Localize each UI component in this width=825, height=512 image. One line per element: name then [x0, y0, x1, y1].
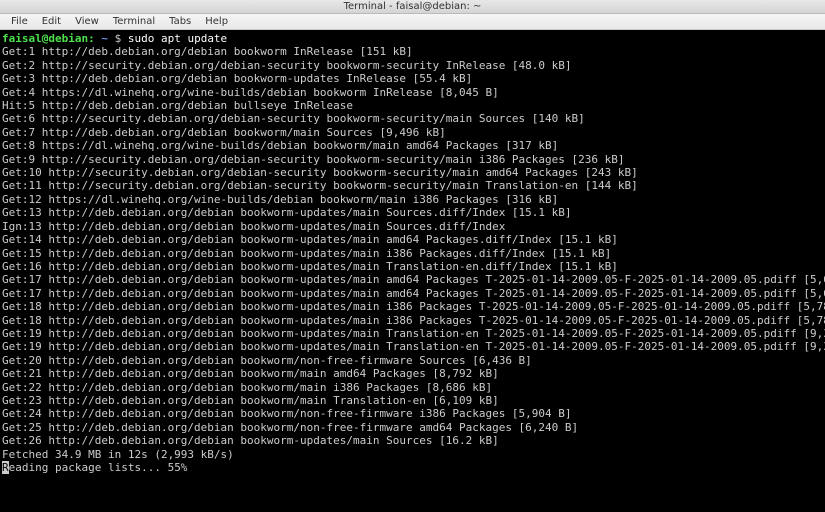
typed-command: sudo apt update [128, 32, 227, 45]
output-line: Get:25 http://deb.debian.org/debian book… [2, 421, 825, 434]
output-line: Get:24 http://deb.debian.org/debian book… [2, 407, 825, 420]
output-line: Get:22 http://deb.debian.org/debian book… [2, 381, 825, 394]
output-line: Get:12 https://dl.winehq.org/wine-builds… [2, 193, 825, 206]
menu-tabs[interactable]: Tabs [162, 14, 198, 29]
prompt-symbol: $ [115, 32, 122, 45]
output-line: Get:2 http://security.debian.org/debian-… [2, 59, 825, 72]
output-line: Get:4 https://dl.winehq.org/wine-builds/… [2, 86, 825, 99]
output-line: Get:21 http://deb.debian.org/debian book… [2, 367, 825, 380]
menu-terminal[interactable]: Terminal [106, 14, 162, 29]
menubar: File Edit View Terminal Tabs Help [0, 14, 825, 30]
terminal-viewport[interactable]: faisal@debian: ~ $ sudo apt update Get:1… [0, 30, 825, 512]
output-line: Get:18 http://deb.debian.org/debian book… [2, 300, 825, 313]
output-line: Get:7 http://deb.debian.org/debian bookw… [2, 126, 825, 139]
menu-edit[interactable]: Edit [35, 14, 68, 29]
output-line: Fetched 34.9 MB in 12s (2,993 kB/s) [2, 448, 825, 461]
window-title: Terminal - faisal@debian: ~ [344, 1, 482, 12]
status-line-rest: eading package lists... 55% [9, 461, 188, 474]
output-line: Get:19 http://deb.debian.org/debian book… [2, 327, 825, 340]
output-line: Get:20 http://deb.debian.org/debian book… [2, 354, 825, 367]
output-line: Get:17 http://deb.debian.org/debian book… [2, 287, 825, 300]
output-line: Get:19 http://deb.debian.org/debian book… [2, 340, 825, 353]
output-line: Get:13 http://deb.debian.org/debian book… [2, 206, 825, 219]
prompt-path: ~ [101, 32, 108, 45]
output-line: Ign:13 http://deb.debian.org/debian book… [2, 220, 825, 233]
output-line: Get:26 http://deb.debian.org/debian book… [2, 434, 825, 447]
menu-view[interactable]: View [68, 14, 106, 29]
output-line: Get:6 http://security.debian.org/debian-… [2, 112, 825, 125]
output-line: Get:3 http://deb.debian.org/debian bookw… [2, 72, 825, 85]
output-line: Get:14 http://deb.debian.org/debian book… [2, 233, 825, 246]
output-line: Get:11 http://security.debian.org/debian… [2, 179, 825, 192]
output-line: Hit:5 http://deb.debian.org/debian bulls… [2, 99, 825, 112]
cursor: R [2, 461, 9, 474]
output-line: Get:23 http://deb.debian.org/debian book… [2, 394, 825, 407]
prompt-user-host: faisal@debian: [2, 32, 95, 45]
output-line: Get:8 https://dl.winehq.org/wine-builds/… [2, 139, 825, 152]
output-line: Get:18 http://deb.debian.org/debian book… [2, 314, 825, 327]
output-line: Get:16 http://deb.debian.org/debian book… [2, 260, 825, 273]
output-line: Get:15 http://deb.debian.org/debian book… [2, 247, 825, 260]
window-titlebar: Terminal - faisal@debian: ~ [0, 0, 825, 14]
output-line: Get:1 http://deb.debian.org/debian bookw… [2, 45, 825, 58]
output-line: Get:10 http://security.debian.org/debian… [2, 166, 825, 179]
menu-help[interactable]: Help [198, 14, 235, 29]
menu-file[interactable]: File [4, 14, 35, 29]
output-line: Get:17 http://deb.debian.org/debian book… [2, 273, 825, 286]
output-line: Get:9 http://security.debian.org/debian-… [2, 153, 825, 166]
